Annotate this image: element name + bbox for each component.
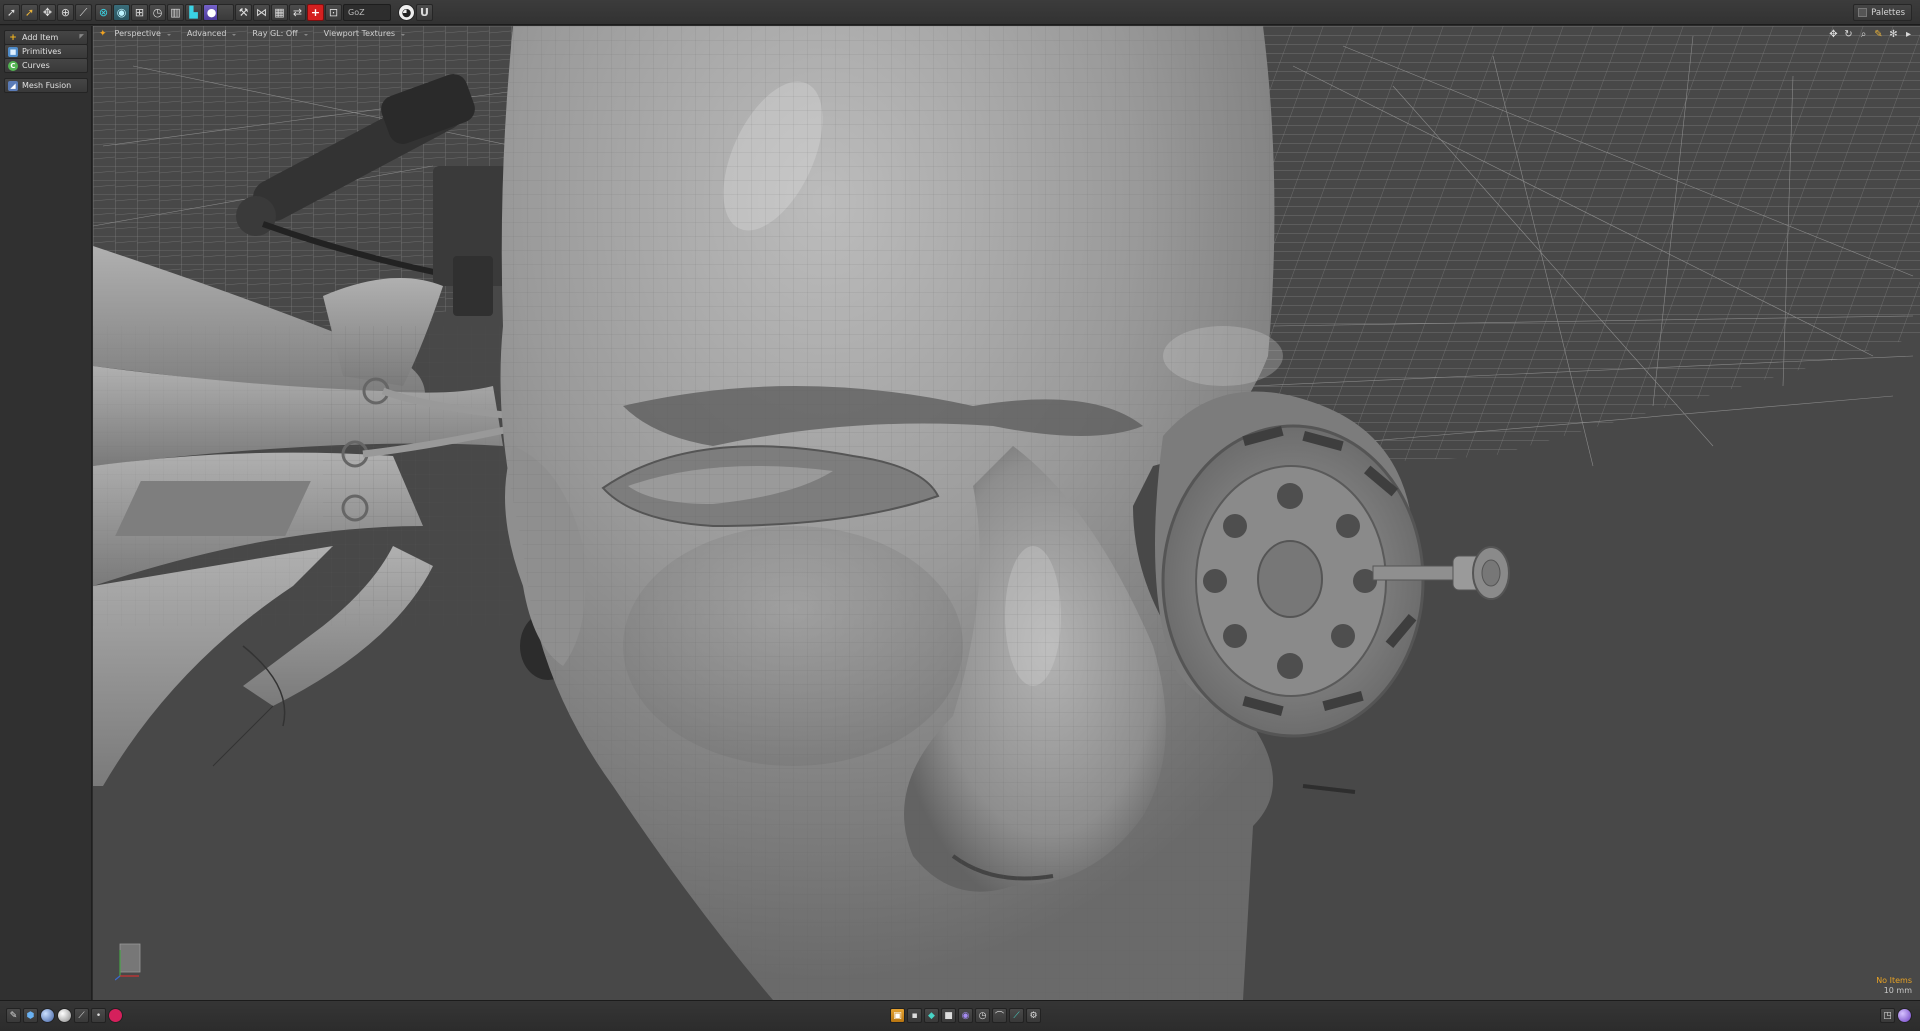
snap-icon[interactable]: ⊗ <box>95 4 112 21</box>
tentacle-hand <box>93 246 524 786</box>
add-item-label: Add Item <box>22 33 59 42</box>
add-item-button[interactable]: + Add Item ◤ <box>4 30 88 45</box>
expand-icon[interactable]: ▸ <box>1903 29 1914 40</box>
crosshair-icon[interactable]: ⊕ <box>57 4 74 21</box>
snap-icon[interactable]: ⟋ <box>1009 1008 1024 1023</box>
viewport-status: No Items 10 mm <box>1876 976 1912 996</box>
primitives-label: Primitives <box>22 47 62 56</box>
top-toolbar: ➚ ➚ ✥ ⊕ ⟋ ⊗ ◉ ⊞ ◷ ▥ ▙ ● ⚒ ⋈ ▦ ⇄ + ⊡ GoZ … <box>0 0 1920 25</box>
scene-render[interactable] <box>93 26 1920 1000</box>
hammer-icon[interactable]: ⚒ <box>235 4 252 21</box>
palettes-icon <box>1858 8 1868 17</box>
tool-group-select: ➚ ➚ ✥ ⊕ ⟋ <box>3 4 92 21</box>
curve-icon[interactable]: ⌒ <box>992 1008 1007 1023</box>
fit-icon[interactable]: ✎ <box>1873 29 1884 40</box>
material-mode-icon[interactable]: ◉ <box>958 1008 973 1023</box>
dot-icon[interactable]: • <box>91 1008 106 1023</box>
viewport-navigation: ✥ ↻ ⌕ ✎ ✻ ▸ <box>1828 29 1914 40</box>
sphere-icon[interactable] <box>57 1008 72 1023</box>
image-icon[interactable]: ▦ <box>271 4 288 21</box>
palettes-label: Palettes <box>1871 7 1905 18</box>
grid-size: 10 mm <box>1883 986 1912 995</box>
cube-icon[interactable]: ⬢ <box>23 1008 38 1023</box>
tab-raygl[interactable]: Ray GL: Off <box>252 29 309 42</box>
panel-icon[interactable]: ▥ <box>167 4 184 21</box>
selection-status: No Items <box>1876 976 1912 985</box>
tab-viewport-textures[interactable]: Viewport Textures <box>324 29 407 42</box>
curves-button[interactable]: C Curves <box>4 58 88 73</box>
grid-icon[interactable]: ⊞ <box>131 4 148 21</box>
select-arrow-gold-icon[interactable]: ➚ <box>21 4 38 21</box>
vertex-mode-icon[interactable]: ▪ <box>907 1008 922 1023</box>
pan-icon[interactable]: ✥ <box>1828 29 1839 40</box>
primitives-button[interactable]: ■ Primitives <box>4 44 88 59</box>
gear-icon[interactable]: ⚙ <box>1026 1008 1041 1023</box>
left-tool-panel: + Add Item ◤ ■ Primitives C Curves ◢ Mes… <box>0 26 92 1000</box>
tab-advanced[interactable]: Advanced <box>187 29 239 42</box>
clock-icon[interactable]: ◷ <box>149 4 166 21</box>
mesh-icon[interactable]: ⋈ <box>253 4 270 21</box>
tab-perspective[interactable]: Perspective <box>115 29 173 42</box>
selection-mode-tools: ▣ ▪ ◆ ■ ◉ ◷ ⌒ ⟋ ⚙ <box>890 1008 1041 1023</box>
plus-icon: + <box>9 32 17 43</box>
blank-icon[interactable] <box>217 4 234 21</box>
transform-icon[interactable]: ✥ <box>39 4 56 21</box>
bottom-right-tools: ◳ <box>1880 1008 1912 1023</box>
curve-icon: C <box>8 60 18 71</box>
corner-icon: ◤ <box>79 33 84 40</box>
goz-icon[interactable]: ⊡ <box>325 4 342 21</box>
cube-icon: ■ <box>8 46 18 57</box>
brush-icon[interactable]: ⟋ <box>74 1008 89 1023</box>
fusion-icon: ◢ <box>8 80 18 91</box>
mesh-fusion-button[interactable]: ◢ Mesh Fusion <box>4 78 88 93</box>
tool-group-misc: ⚒ ⋈ ▦ ⇄ + ⊡ GoZ ◕ U <box>217 4 433 21</box>
tool-group-snap: ⊗ ◉ ⊞ ◷ ▥ ▙ ● <box>95 4 220 21</box>
rotate-icon[interactable]: ↻ <box>1843 29 1854 40</box>
3d-viewport[interactable]: ✦ Perspective Advanced Ray GL: Off Viewp… <box>93 26 1920 1000</box>
axis-gizmo <box>115 943 141 981</box>
settings-icon[interactable]: ✻ <box>1888 29 1899 40</box>
unreal-icon[interactable]: U <box>416 4 433 21</box>
camera-icon[interactable]: ◕ <box>398 4 415 21</box>
select-arrow-icon[interactable]: ➚ <box>3 4 20 21</box>
layout-icon[interactable]: ▙ <box>185 4 202 21</box>
workplane-icon[interactable]: ◉ <box>113 4 130 21</box>
timer-icon[interactable]: ◷ <box>975 1008 990 1023</box>
layout-icon[interactable]: ◳ <box>1880 1008 1895 1023</box>
plus-red-icon[interactable]: + <box>307 4 324 21</box>
star-icon[interactable]: ✦ <box>99 29 107 42</box>
modo-icon[interactable] <box>1897 1008 1912 1023</box>
item-mode-icon[interactable]: ▣ <box>890 1008 905 1023</box>
paint-icon[interactable]: ✎ <box>6 1008 21 1023</box>
bottom-toolbar: ✎ ⬢ ⟋ • ▣ ▪ ◆ ■ ◉ ◷ ⌒ ⟋ ⚙ ◳ <box>0 1000 1920 1031</box>
viewport-header: ✦ Perspective Advanced Ray GL: Off Viewp… <box>99 29 421 42</box>
link-icon[interactable]: ⇄ <box>289 4 306 21</box>
goz-field[interactable]: GoZ <box>343 4 391 21</box>
record-icon[interactable] <box>108 1008 123 1023</box>
palettes-button[interactable]: Palettes <box>1853 4 1912 21</box>
knife-icon[interactable]: ⟋ <box>75 4 92 21</box>
zoom-icon[interactable]: ⌕ <box>1858 29 1869 40</box>
material-sphere-icon[interactable] <box>40 1008 55 1023</box>
bottom-left-tools: ✎ ⬢ ⟋ • <box>6 1008 123 1023</box>
edge-mode-icon[interactable]: ◆ <box>924 1008 939 1023</box>
polygon-mode-icon[interactable]: ■ <box>941 1008 956 1023</box>
curves-label: Curves <box>22 61 50 70</box>
mesh-fusion-label: Mesh Fusion <box>22 81 72 90</box>
